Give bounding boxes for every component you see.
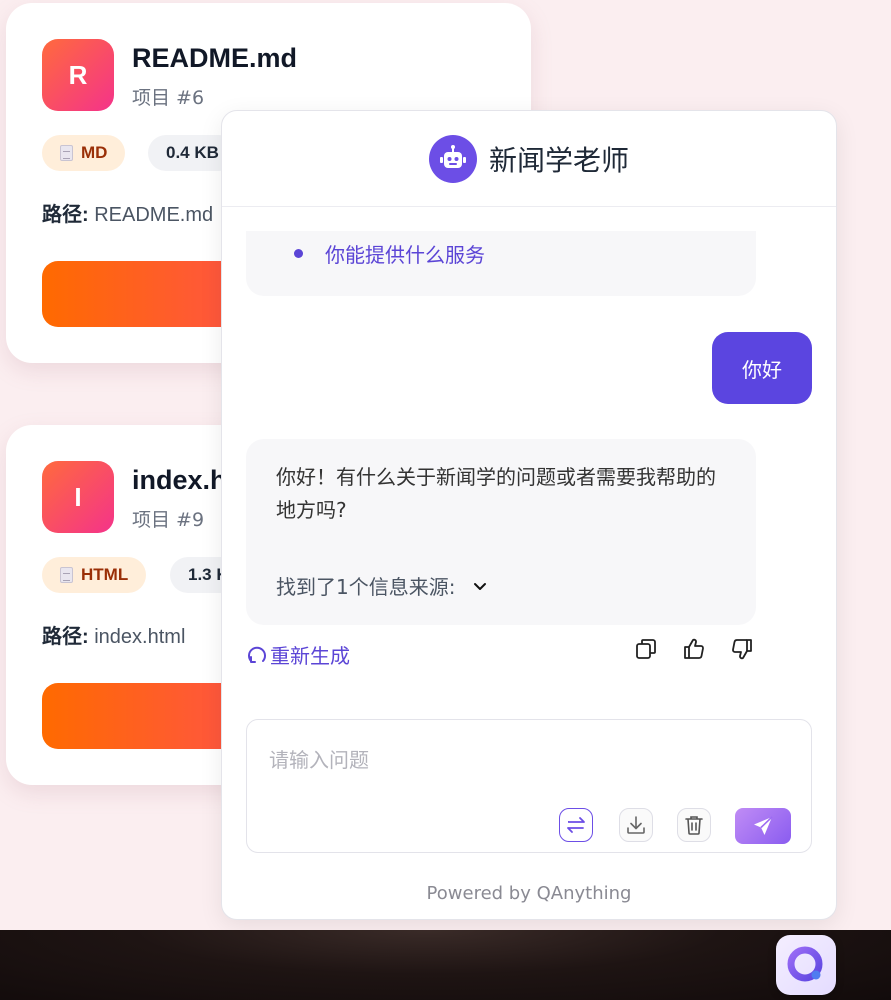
regenerate-button[interactable]: 重新生成 (246, 640, 350, 669)
download-button[interactable] (619, 808, 653, 842)
user-message-bubble: 你好 (712, 332, 812, 404)
bot-message-text: 你好！有什么关于新闻学的问题或者需要我帮助的地方吗? (276, 465, 716, 522)
switch-mode-button[interactable] (559, 808, 593, 842)
file-icon (60, 145, 73, 161)
thumbs-up-icon[interactable] (682, 637, 706, 661)
switch-arrows-icon (567, 817, 585, 833)
file-type-label: HTML (81, 565, 129, 584)
robot-icon (428, 134, 477, 183)
message-list[interactable]: 你能提供什么服务 你好 你好！有什么关于新闻学的问题或者需要我帮助的地方吗? 找… (222, 207, 836, 711)
project-subtitle: 项目 #9 (132, 509, 205, 531)
thumbs-down-icon[interactable] (730, 637, 754, 661)
file-type-label: MD (81, 143, 108, 162)
chevron-down-icon[interactable] (467, 573, 493, 599)
chat-launcher-button[interactable] (776, 935, 836, 995)
bottom-bar (0, 930, 891, 1000)
path-value: README.md (94, 204, 214, 226)
file-type-badge: MD (42, 135, 126, 171)
send-icon (754, 816, 773, 835)
chat-title: 新闻学老师 (488, 143, 629, 177)
suggested-question-text[interactable]: 你能提供什么服务 (325, 239, 485, 268)
refresh-icon (248, 646, 266, 663)
download-icon (627, 816, 645, 834)
file-type-badge: HTML (42, 557, 147, 593)
path-label: 路径: (42, 626, 89, 648)
trash-icon (685, 816, 703, 835)
bot-message-bubble: 你好！有什么关于新闻学的问题或者需要我帮助的地方吗? 找到了1个信息来源: (246, 439, 756, 625)
path-value: index.html (94, 626, 186, 648)
powered-by-label: Powered by QAnything (426, 883, 632, 904)
chat-panel: 新闻学老师 你能提供什么服务 你好 你好！有什么关于新闻学的问题或者需要我帮助的… (221, 110, 837, 920)
file-path: 路径: README.md (42, 198, 213, 227)
message-actions (634, 637, 754, 661)
user-message-text: 你好 (742, 357, 782, 382)
send-button[interactable] (735, 808, 791, 844)
bullet-icon (294, 249, 303, 258)
path-label: 路径: (42, 204, 89, 226)
copy-icon[interactable] (634, 637, 658, 661)
sources-toggle[interactable]: 找到了1个信息来源: (276, 571, 493, 600)
file-size-label: 0.4 KB (166, 143, 219, 162)
qanything-logo-icon (787, 946, 823, 982)
clear-button[interactable] (677, 808, 711, 842)
sources-label[interactable]: 找到了1个信息来源: (276, 571, 455, 600)
suggested-question[interactable]: 你能提供什么服务 (294, 239, 485, 268)
project-title: README.md (132, 43, 298, 73)
project-avatar: R (42, 39, 114, 111)
file-icon (60, 567, 73, 583)
regenerate-label[interactable]: 重新生成 (270, 640, 350, 669)
project-subtitle: 项目 #6 (132, 87, 205, 109)
file-path: 路径: index.html (42, 620, 185, 649)
chat-header: 新闻学老师 (222, 111, 836, 207)
question-input[interactable] (269, 744, 789, 776)
project-avatar: I (42, 461, 114, 533)
question-input-box (246, 719, 812, 853)
